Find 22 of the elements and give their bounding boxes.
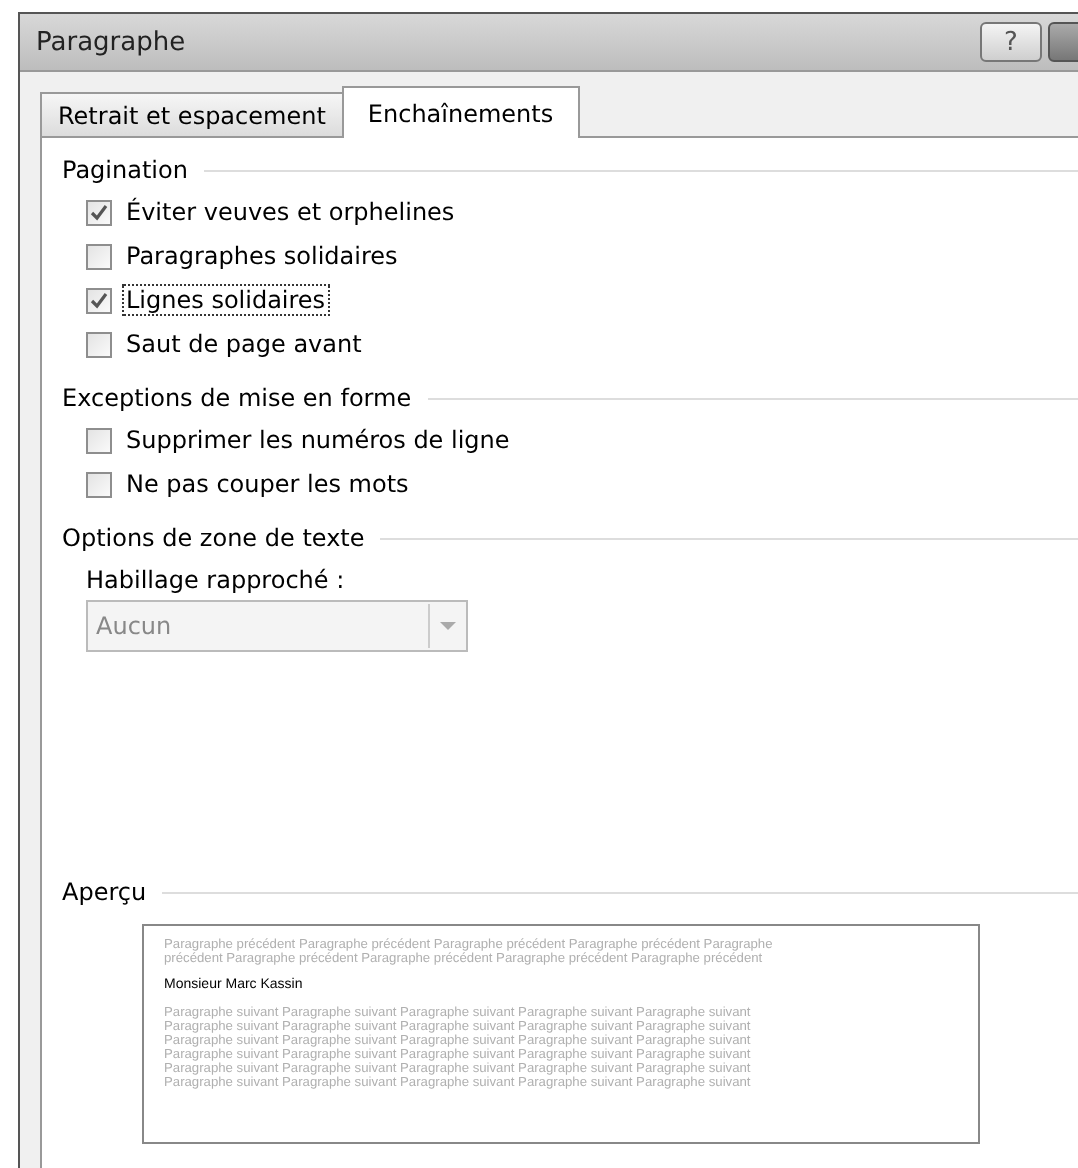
window-title: Paragraphe xyxy=(36,27,186,57)
caret-icon xyxy=(440,622,456,630)
group-heading: Options de zone de texte xyxy=(62,524,365,552)
group-heading: Exceptions de mise en forme xyxy=(62,384,412,412)
checkbox-label[interactable]: Saut de page avant xyxy=(122,328,366,360)
checkbox-label[interactable]: Ne pas couper les mots xyxy=(122,468,413,500)
help-button[interactable]: ? xyxy=(980,22,1042,62)
group-heading: Pagination xyxy=(62,156,188,184)
checkbox[interactable] xyxy=(86,243,112,269)
checkbox[interactable] xyxy=(86,287,112,313)
tab[interactable]: Enchaînements xyxy=(341,86,580,138)
checkbox-label[interactable]: Paragraphes solidaires xyxy=(122,240,402,272)
checkbox[interactable] xyxy=(86,427,112,453)
checkbox[interactable] xyxy=(86,199,112,225)
dropdown-label: Habillage rapproché : xyxy=(86,566,347,594)
checkbox[interactable] xyxy=(86,471,112,497)
tab[interactable]: Retrait et espacement xyxy=(40,92,344,136)
checkbox[interactable] xyxy=(86,331,112,357)
group-heading: Aperçu xyxy=(62,878,147,906)
checkbox-label[interactable]: Supprimer les numéros de ligne xyxy=(122,424,514,456)
checkbox-label[interactable]: Éviter veuves et orphelines xyxy=(122,196,459,228)
checkbox-label[interactable]: Lignes solidaires xyxy=(122,284,330,316)
